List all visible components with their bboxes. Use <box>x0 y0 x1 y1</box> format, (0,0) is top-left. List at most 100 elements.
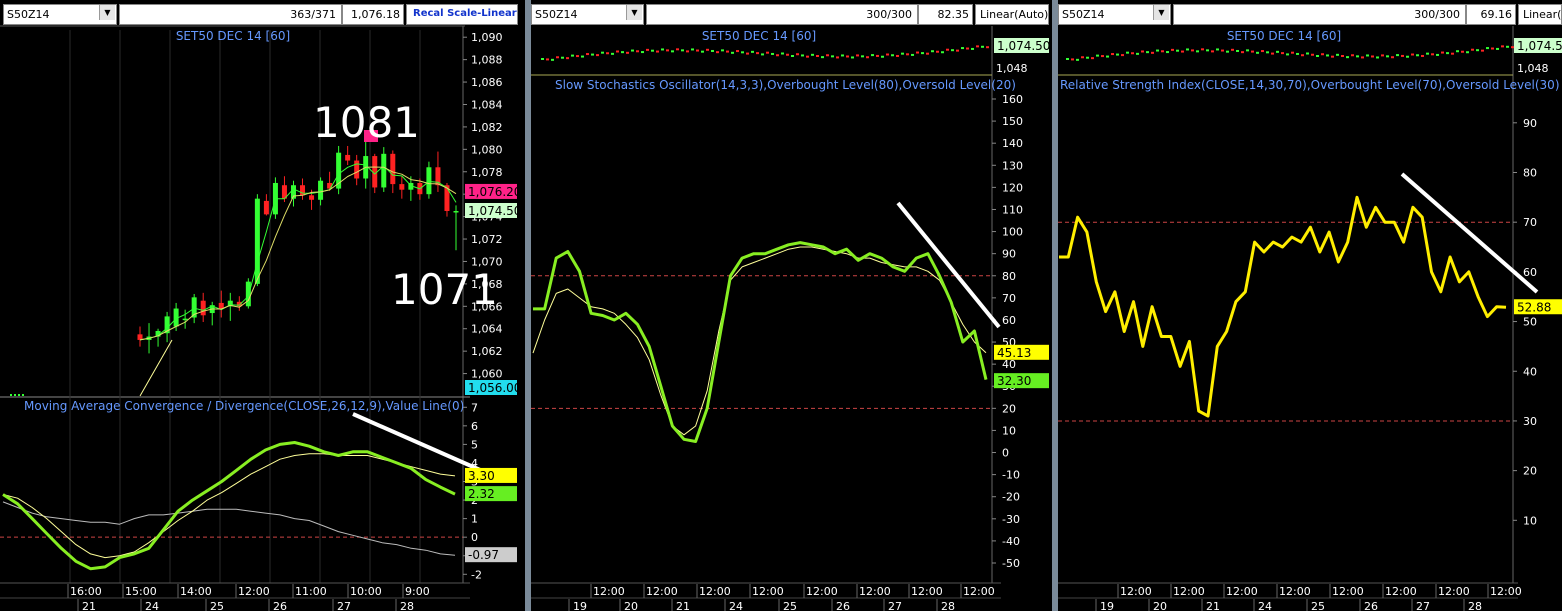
candle-body <box>254 198 260 284</box>
price-tag-last: 1,074.50 <box>1517 39 1562 53</box>
mini-price-dot <box>576 55 579 58</box>
indicator-tick-label: 90 <box>1523 117 1537 130</box>
mini-price-dot <box>706 48 709 51</box>
mini-price-dot <box>1151 51 1154 54</box>
mini-price-dot <box>876 54 879 57</box>
mini-price-dot <box>601 51 604 54</box>
mini-price-dot <box>866 56 869 59</box>
mini-price-dot <box>891 54 894 57</box>
date-label: 28 <box>400 600 414 611</box>
mini-price-dot <box>1326 54 1329 57</box>
mini-price-dot <box>616 50 619 53</box>
time-label: 12:00 <box>1490 585 1522 598</box>
mini-price-dot <box>1351 54 1354 57</box>
mini-price-dot <box>1066 58 1069 60</box>
mini-price-dot <box>751 50 754 53</box>
date-label: 28 <box>1468 600 1482 611</box>
mini-price-dot <box>1126 51 1129 54</box>
candle-body <box>453 211 459 213</box>
mini-price-dot <box>1111 53 1114 56</box>
mini-price-dot <box>771 52 774 55</box>
indicator-tick-label: 60 <box>1523 266 1537 279</box>
mini-price-dot <box>951 49 954 52</box>
mini-price-dot <box>1271 52 1274 55</box>
mini-price-dot <box>1136 52 1139 55</box>
mini-price-dot <box>846 55 849 58</box>
price-tag-low: 1,056.00 <box>468 381 521 395</box>
stochastic-chart-window[interactable]: S50Z14 ▼ 300/300 82.35 Linear(Auto) SET5… <box>531 0 1052 611</box>
indicator-tick-label: 40 <box>1523 365 1537 378</box>
candle-body <box>309 195 315 200</box>
mini-price-dot <box>566 57 569 60</box>
mini-price-dot <box>821 56 824 59</box>
price-tick-label: 1,062 <box>471 345 503 358</box>
mini-price-dot <box>826 54 829 57</box>
mini-price-dot <box>741 51 744 54</box>
candle-body <box>390 153 396 185</box>
price-tick-label: 1,060 <box>471 368 503 381</box>
mini-price-dot <box>1141 50 1144 53</box>
mini-price-dot <box>666 49 669 52</box>
mini-price-dot <box>906 53 909 56</box>
indicator-tick-label: 10 <box>1002 424 1016 437</box>
candle-body <box>318 180 324 200</box>
candle-body <box>354 160 360 179</box>
indicator-tick-label: 1 <box>471 513 478 526</box>
mini-price-dot <box>1416 54 1419 57</box>
mini-price-dot <box>1091 57 1094 60</box>
mini-price-dot <box>776 54 779 57</box>
mini-price-dot <box>1471 48 1474 51</box>
mini-price-dot <box>1166 51 1169 54</box>
mini-price-dot <box>926 52 929 55</box>
mini-price-dot <box>811 53 814 56</box>
date-label: 20 <box>1153 600 1167 611</box>
percent-d-series <box>532 246 987 436</box>
mini-price-dot <box>541 58 544 60</box>
mini-price-dot <box>1291 51 1294 54</box>
indicator-tick-label: 120 <box>1002 181 1023 194</box>
price-tick-label: 1,090 <box>471 31 503 44</box>
date-label: 21 <box>1206 600 1220 611</box>
mini-price-dot <box>1281 52 1284 55</box>
moving-average-tail <box>139 339 173 397</box>
mini-price-dot <box>1266 51 1269 54</box>
mini-price-dot <box>1236 49 1239 52</box>
time-label: 12:00 <box>1385 585 1417 598</box>
indicator-tick-label: 30 <box>1523 415 1537 428</box>
price-chart-title: SET50 DEC 14 [60] <box>176 29 290 43</box>
time-label: 12:00 <box>1332 585 1364 598</box>
rsi-chart-window[interactable]: S50Z14 ▼ 300/300 69.16 Linear(Auto) SET5… <box>1058 0 1562 611</box>
mini-price-dot <box>911 53 914 56</box>
indicator-tick-label: 10 <box>1523 514 1537 527</box>
mini-price-dot <box>816 54 819 57</box>
mini-price-dot <box>886 53 889 56</box>
mini-price-dot <box>851 56 854 59</box>
mini-price-dot <box>791 55 794 58</box>
time-label: 14:00 <box>180 585 212 598</box>
mini-price-dot <box>691 48 694 51</box>
macd-tag-line: -0.97 <box>468 548 499 562</box>
price-tick-label: 1,086 <box>471 76 503 89</box>
mini-price-dot <box>881 55 884 58</box>
candle-body <box>182 318 188 321</box>
mini-price-dot <box>1216 48 1219 51</box>
macd-chart-window[interactable]: S50Z14 ▼ 363/371 1,076.18 Recal Scale-Li… <box>0 0 525 611</box>
signal-line-series <box>2 453 456 559</box>
time-label: 9:00 <box>405 585 430 598</box>
indicator-tick-label: 90 <box>1002 248 1016 261</box>
mini-price-dot <box>1071 58 1074 61</box>
price-tick-label: 1,072 <box>471 233 503 246</box>
mini-price-dot <box>1386 55 1389 58</box>
date-label: 24 <box>729 600 743 611</box>
price-tag-high: 1,076.20 <box>468 185 521 199</box>
time-label: 12:00 <box>1279 585 1311 598</box>
mini-price-dot <box>686 50 689 53</box>
date-label: 21 <box>82 600 96 611</box>
mini-price-dot <box>976 45 979 48</box>
mini-price-dot <box>671 50 674 53</box>
mini-price-dot <box>1256 51 1259 54</box>
mini-price-dot <box>731 51 734 54</box>
mini-price-dot <box>1421 54 1424 57</box>
mini-price-dot <box>1496 47 1499 50</box>
rsi-series <box>1059 195 1507 418</box>
